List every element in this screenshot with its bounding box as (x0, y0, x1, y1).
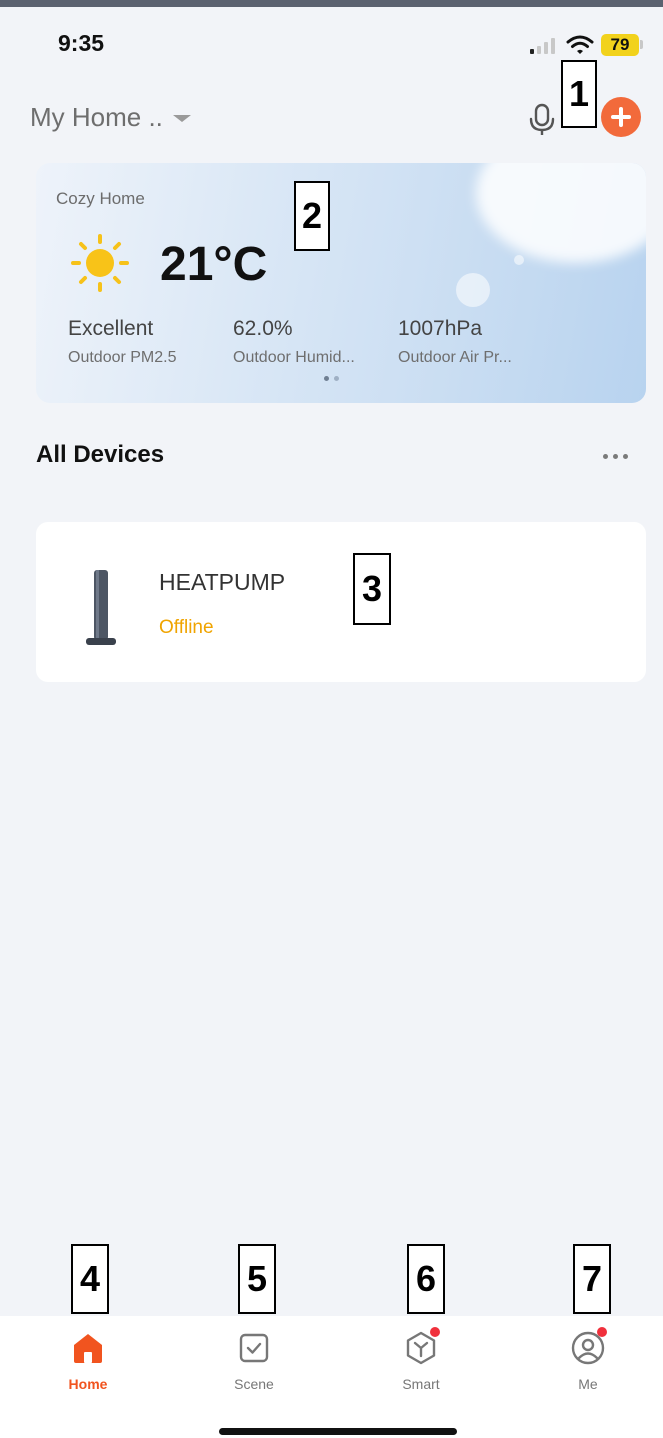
caret-down-icon (172, 115, 191, 122)
device-card-heatpump[interactable]: HEATPUMP Offline (36, 522, 646, 682)
annotation-label: 3 (353, 553, 391, 625)
weather-location: Cozy Home (56, 189, 145, 208)
annotation-label: 4 (71, 1244, 109, 1314)
stat-value: 1007hPa (398, 317, 483, 340)
tab-label: Scene (234, 1376, 274, 1392)
device-status: Offline (159, 617, 214, 638)
battery-tip (640, 40, 643, 49)
cloud-decoration (476, 163, 646, 263)
stat-air-pressure: 1007hPa Outdoor Air Pr... (398, 317, 512, 367)
scene-icon (239, 1333, 269, 1363)
add-device-button[interactable] (601, 97, 641, 137)
stat-humidity: 62.0% Outdoor Humid... (233, 317, 355, 367)
more-options-icon[interactable] (603, 454, 628, 459)
tab-label: Me (578, 1376, 598, 1392)
bottom-tab-bar: Home Scene Smart Me (0, 1316, 663, 1438)
tab-smart[interactable]: Smart (371, 1327, 471, 1400)
annotation-label: 1 (561, 60, 597, 128)
battery-icon: 79 (601, 34, 639, 56)
stat-label: Outdoor PM2.5 (68, 349, 177, 366)
annotation-label: 2 (294, 181, 330, 251)
tab-label: Home (68, 1376, 108, 1392)
notification-badge (430, 1327, 440, 1337)
home-icon (74, 1334, 102, 1363)
smart-icon (403, 1327, 440, 1366)
bubble-decoration (514, 255, 524, 265)
heatpump-device-icon (86, 570, 116, 645)
annotation-label: 5 (238, 1244, 276, 1314)
tab-label: Smart (402, 1376, 440, 1392)
annotation-label: 7 (573, 1244, 611, 1314)
microphone-icon[interactable] (526, 102, 558, 138)
device-name: HEATPUMP (159, 569, 286, 595)
sun-icon (71, 234, 129, 292)
home-selector[interactable]: My Home .. (30, 102, 191, 133)
stat-pm25: Excellent Outdoor PM2.5 (68, 317, 177, 367)
stat-value: 62.0% (233, 317, 293, 340)
stat-label: Outdoor Humid... (233, 349, 355, 366)
carousel-indicator (324, 376, 339, 381)
tab-scene[interactable]: Scene (204, 1330, 304, 1400)
weather-card[interactable]: Cozy Home 21°C Excellent Outdoor PM2.5 6… (36, 163, 646, 403)
cellular-signal-icon (530, 38, 560, 54)
bubble-decoration (456, 273, 490, 307)
home-indicator (219, 1428, 457, 1435)
stat-value: Excellent (68, 317, 154, 340)
stat-label: Outdoor Air Pr... (398, 349, 512, 366)
tab-home[interactable]: Home (38, 1330, 138, 1400)
notification-badge (597, 1327, 607, 1337)
profile-icon (570, 1327, 607, 1366)
status-time: 9:35 (58, 30, 105, 56)
temperature: 21°C (160, 238, 268, 291)
tab-me[interactable]: Me (538, 1327, 638, 1400)
annotation-label: 6 (407, 1244, 445, 1314)
wifi-icon (566, 35, 594, 54)
section-title: All Devices (36, 441, 165, 468)
home-name: My Home .. (30, 102, 163, 132)
window-top-border (0, 0, 663, 7)
